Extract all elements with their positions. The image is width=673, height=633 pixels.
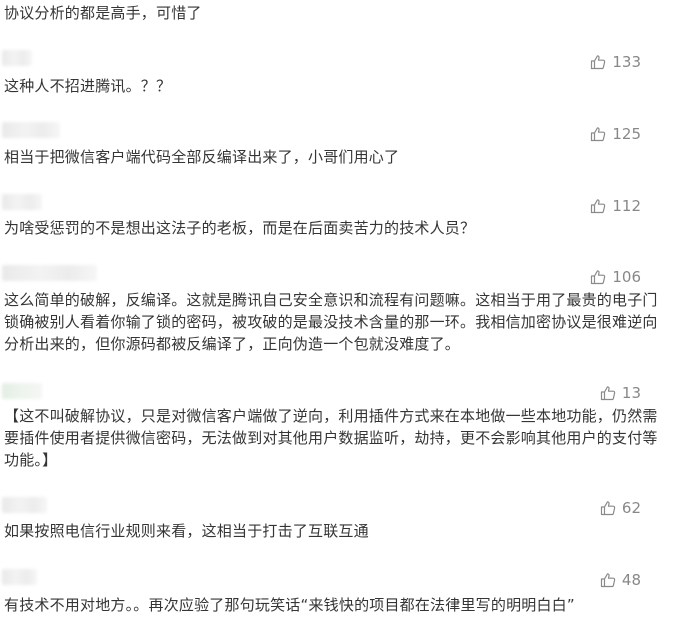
- like-count: 106: [612, 268, 641, 286]
- like-button[interactable]: 125: [590, 125, 641, 143]
- comment-text: 相当于把微信客户端代码全部反编译出来了，小哥们用心了: [4, 148, 400, 166]
- like-count: 48: [621, 571, 641, 589]
- like-button[interactable]: 112: [590, 197, 641, 215]
- like-button[interactable]: 62: [600, 499, 641, 517]
- like-button[interactable]: 106: [590, 268, 641, 286]
- comment-text: 有技术不用对地方。。再次应验了那句玩笑话“来钱快的项目都在法律里写的明明白白”: [4, 596, 575, 614]
- comment-text: 这么简单的破解，反编译。这就是腾讯自己安全意识和流程有问题嘛。这相当于用了最贵的…: [4, 291, 658, 353]
- like-count: 13: [621, 384, 641, 402]
- thumbs-up-icon: [590, 198, 606, 214]
- like-count: 133: [612, 53, 641, 71]
- like-button[interactable]: 13: [600, 384, 641, 402]
- like-button[interactable]: 133: [590, 53, 641, 71]
- comment-text: 这种人不招进腾讯。？？: [4, 77, 172, 95]
- thumbs-up-icon: [590, 126, 606, 142]
- comment-text: 为啥受惩罚的不是想出这法子的老板，而是在后面卖苦力的技术人员？: [4, 219, 476, 237]
- avatar-blurred: [2, 497, 47, 513]
- avatar-blurred: [2, 383, 42, 399]
- avatar-blurred: [2, 265, 97, 281]
- thumbs-up-icon: [590, 54, 606, 70]
- thumbs-up-icon: [590, 269, 606, 285]
- avatar-blurred: [2, 50, 32, 66]
- like-count: 62: [621, 499, 641, 517]
- comment-text: 协议分析的都是高手，可惜了: [4, 4, 202, 22]
- comment-text: 如果按照电信行业规则来看，这相当于打击了互联互通: [4, 522, 369, 540]
- like-count: 125: [612, 125, 641, 143]
- like-count: 112: [612, 197, 641, 215]
- like-button[interactable]: 48: [600, 571, 641, 589]
- thumbs-up-icon: [600, 500, 616, 516]
- thumbs-up-icon: [600, 572, 616, 588]
- thumbs-up-icon: [600, 385, 616, 401]
- avatar-blurred: [2, 569, 37, 585]
- avatar-blurred: [2, 122, 60, 138]
- comment-text: 【这不叫破解协议，只是对微信客户端做了逆向，利用插件方式来在本地做一些本地功能，…: [4, 407, 658, 469]
- avatar-blurred: [2, 194, 42, 210]
